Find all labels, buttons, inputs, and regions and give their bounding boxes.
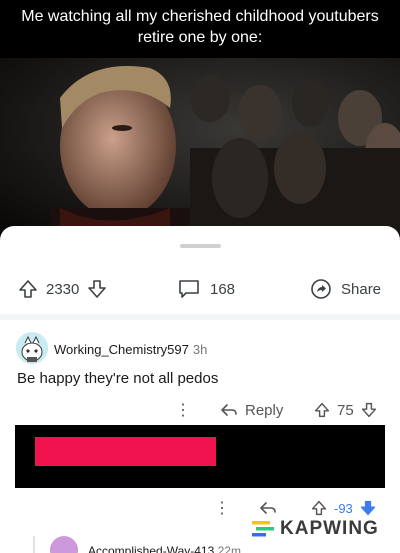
section-divider bbox=[0, 314, 400, 320]
author-username[interactable]: Accomplished-Way-413 bbox=[88, 544, 214, 553]
reply-action-row: ⋮ -93 bbox=[0, 496, 400, 520]
reply-comment: Accomplished-Way-413 22m bbox=[0, 536, 400, 553]
post-action-bar: 2330 168 Share bbox=[0, 274, 400, 304]
caption-line-1: Me watching all my cherished childhood y… bbox=[21, 8, 379, 25]
vote-group: 2330 bbox=[18, 274, 107, 304]
comment-age: 3h bbox=[192, 342, 208, 357]
reply-label: Reply bbox=[245, 401, 284, 419]
comment-bubble-icon bbox=[179, 280, 199, 298]
video-frame bbox=[0, 58, 400, 234]
author-username[interactable]: Working_Chemistry597 bbox=[54, 342, 189, 357]
avatar[interactable] bbox=[16, 332, 48, 364]
reply-arrow-icon bbox=[220, 404, 237, 416]
comment-text: Be happy they're not all pedos bbox=[17, 370, 219, 387]
share-button[interactable]: Share bbox=[310, 274, 389, 304]
downvote-arrow-icon[interactable] bbox=[361, 402, 377, 418]
upvote-count: 2330 bbox=[46, 280, 80, 298]
kapwing-logo-icon bbox=[252, 521, 274, 537]
comment-author[interactable]: Working_Chemistry597 3h bbox=[54, 342, 207, 357]
reply-button[interactable] bbox=[259, 496, 277, 520]
avatar[interactable] bbox=[50, 536, 78, 553]
downvote-arrow-active-icon[interactable] bbox=[360, 500, 376, 516]
upvote-arrow-icon[interactable] bbox=[314, 402, 330, 418]
redacted-block bbox=[15, 425, 385, 488]
sheet-handle[interactable] bbox=[180, 244, 221, 248]
comment-vote-group: 75 bbox=[314, 398, 377, 422]
redacted-bar bbox=[35, 437, 216, 466]
upvote-arrow-icon[interactable] bbox=[18, 279, 38, 299]
share-icon bbox=[311, 279, 331, 299]
reply-arrow-icon bbox=[259, 502, 276, 514]
comment-count: 168 bbox=[210, 280, 236, 298]
upvote-arrow-icon[interactable] bbox=[311, 500, 327, 516]
comment-score: 75 bbox=[337, 401, 354, 419]
caption-line-2: retire one by one: bbox=[137, 29, 263, 46]
meme-caption: Me watching all my cherished childhood y… bbox=[0, 0, 400, 58]
reply-author[interactable]: Accomplished-Way-413 22m bbox=[88, 544, 241, 553]
share-label: Share bbox=[341, 280, 382, 298]
reply-score: -93 bbox=[334, 500, 353, 516]
thread-line[interactable] bbox=[33, 536, 35, 553]
more-options-icon[interactable]: ⋮ bbox=[214, 496, 230, 520]
comments-button[interactable]: 168 bbox=[178, 274, 243, 304]
reply-button[interactable]: Reply bbox=[220, 398, 283, 422]
video-player[interactable] bbox=[0, 58, 400, 234]
reply-vote-group: -93 bbox=[311, 496, 376, 520]
comments-sheet: 2330 168 Share Working_Chemistry597 3h B… bbox=[0, 226, 400, 553]
reply-age: 22m bbox=[217, 544, 241, 553]
comment-action-row: ⋮ Reply 75 bbox=[0, 398, 400, 422]
snoo-avatar-icon bbox=[16, 332, 48, 364]
downvote-arrow-icon[interactable] bbox=[87, 279, 107, 299]
more-options-icon[interactable]: ⋮ bbox=[175, 398, 191, 422]
